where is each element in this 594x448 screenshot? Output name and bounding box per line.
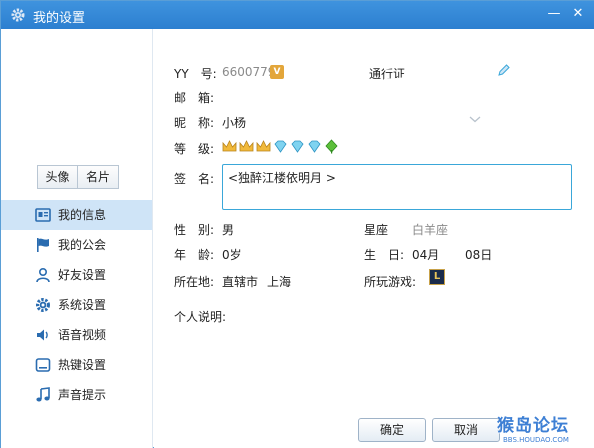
edit-pencil-icon[interactable]: [497, 63, 511, 77]
yy-number-value: 6600779: [222, 65, 276, 79]
age-label: 年 龄:: [174, 248, 215, 262]
location-province: 直辖市: [222, 275, 259, 289]
crown-icon: [239, 140, 254, 152]
diamond-icon: [274, 140, 287, 153]
sidebar: 头像 名片 我的信息 我的公会 好友设置 系统设置 语音视频 热键设置 声音提示: [1, 29, 153, 448]
gender-label: 性 别:: [174, 223, 215, 237]
sidebar-item-label: 语音视频: [58, 328, 107, 342]
level-label: 等 级:: [174, 142, 215, 156]
tab-card[interactable]: 名片: [78, 165, 119, 189]
sidebar-item-my-guild[interactable]: 我的公会: [1, 230, 152, 260]
location-label: 所在地:: [174, 275, 215, 289]
watermark-logo: 猴岛论坛 BBS.HOUDAO.COM: [491, 409, 594, 448]
sidebar-item-label: 热键设置: [58, 358, 107, 372]
nickname-value: 小杨: [222, 116, 247, 130]
sidebar-item-label: 好友设置: [58, 268, 107, 282]
leaf-icon: [325, 139, 338, 154]
settings-nav: 我的信息 我的公会 好友设置 系统设置 语音视频 热键设置 声音提示: [1, 200, 152, 410]
sidebar-item-sound-alerts[interactable]: 声音提示: [1, 380, 152, 410]
zodiac-label: 星座: [364, 223, 389, 237]
speaker-icon: [37, 329, 48, 341]
person-icon: [36, 267, 50, 283]
zodiac-value: 白羊座: [412, 223, 449, 237]
ok-button[interactable]: 确定: [358, 418, 426, 442]
sidebar-item-label: 系统设置: [58, 298, 107, 312]
games-label: 所玩游戏:: [364, 275, 417, 289]
flag-icon: [37, 238, 49, 252]
nickname-field[interactable]: 小杨: [222, 111, 492, 131]
music-note-icon: [36, 387, 50, 402]
title-bar[interactable]: 我的设置 — ✕: [1, 1, 594, 29]
level-icons: [222, 139, 339, 155]
birth-month-value: 04月: [412, 248, 440, 262]
yy-number-label: YY 号:: [174, 67, 217, 81]
birth-day-value: 08日: [465, 248, 493, 262]
sidebar-item-voice-video[interactable]: 语音视频: [1, 320, 152, 350]
game-icon[interactable]: L: [429, 269, 445, 285]
birthday-label: 生 日:: [364, 248, 405, 262]
email-label: 邮 箱:: [174, 91, 215, 105]
passport-label: 通行证: [369, 67, 406, 81]
close-button[interactable]: ✕: [569, 5, 587, 23]
window-title: 我的设置: [33, 11, 86, 26]
vip-badge-icon: V: [270, 65, 284, 79]
gear-icon: [11, 8, 25, 22]
sidebar-item-label: 声音提示: [58, 388, 107, 402]
avatar-card-tabs: 头像 名片: [37, 165, 119, 189]
diamond-icon: [291, 140, 304, 153]
sidebar-item-hotkey-settings[interactable]: 热键设置: [1, 350, 152, 380]
watermark-sub-text: BBS.HOUDAO.COM: [503, 436, 569, 444]
sidebar-item-my-info[interactable]: 我的信息: [1, 200, 152, 230]
keyboard-icon: [35, 358, 51, 372]
sidebar-item-friend-settings[interactable]: 好友设置: [1, 260, 152, 290]
gender-value: 男: [222, 223, 235, 237]
signature-input[interactable]: <独醉江楼依明月 >: [222, 164, 572, 210]
settings-window: 我的设置 — ✕ 头像 名片 我的信息 我的公会 好友设置 系统设置 语音视频 …: [0, 0, 594, 448]
location-city: 上海: [267, 275, 292, 289]
watermark-main-text: 猴岛论坛: [497, 416, 569, 436]
sidebar-item-label: 我的公会: [58, 238, 107, 252]
tab-avatar[interactable]: 头像: [37, 165, 78, 189]
sidebar-item-system-settings[interactable]: 系统设置: [1, 290, 152, 320]
crown-icon: [222, 140, 237, 152]
minimize-button[interactable]: —: [545, 5, 563, 23]
nickname-label: 昵 称:: [174, 116, 215, 130]
crown-icon: [256, 140, 271, 152]
gear-icon: [36, 298, 50, 312]
profile-panel: YY 号: 6600779 V 通行证 邮 箱: 昵 称: 小杨 等 级: 签 …: [154, 29, 594, 448]
age-value: 0岁: [222, 248, 242, 262]
bio-label: 个人说明:: [174, 310, 227, 324]
cancel-button[interactable]: 取消: [432, 418, 500, 442]
chevron-down-icon[interactable]: [468, 112, 482, 126]
signature-label: 签 名:: [174, 172, 215, 186]
sidebar-item-label: 我的信息: [58, 208, 107, 222]
diamond-icon: [308, 140, 321, 153]
id-card-icon: [35, 208, 51, 222]
